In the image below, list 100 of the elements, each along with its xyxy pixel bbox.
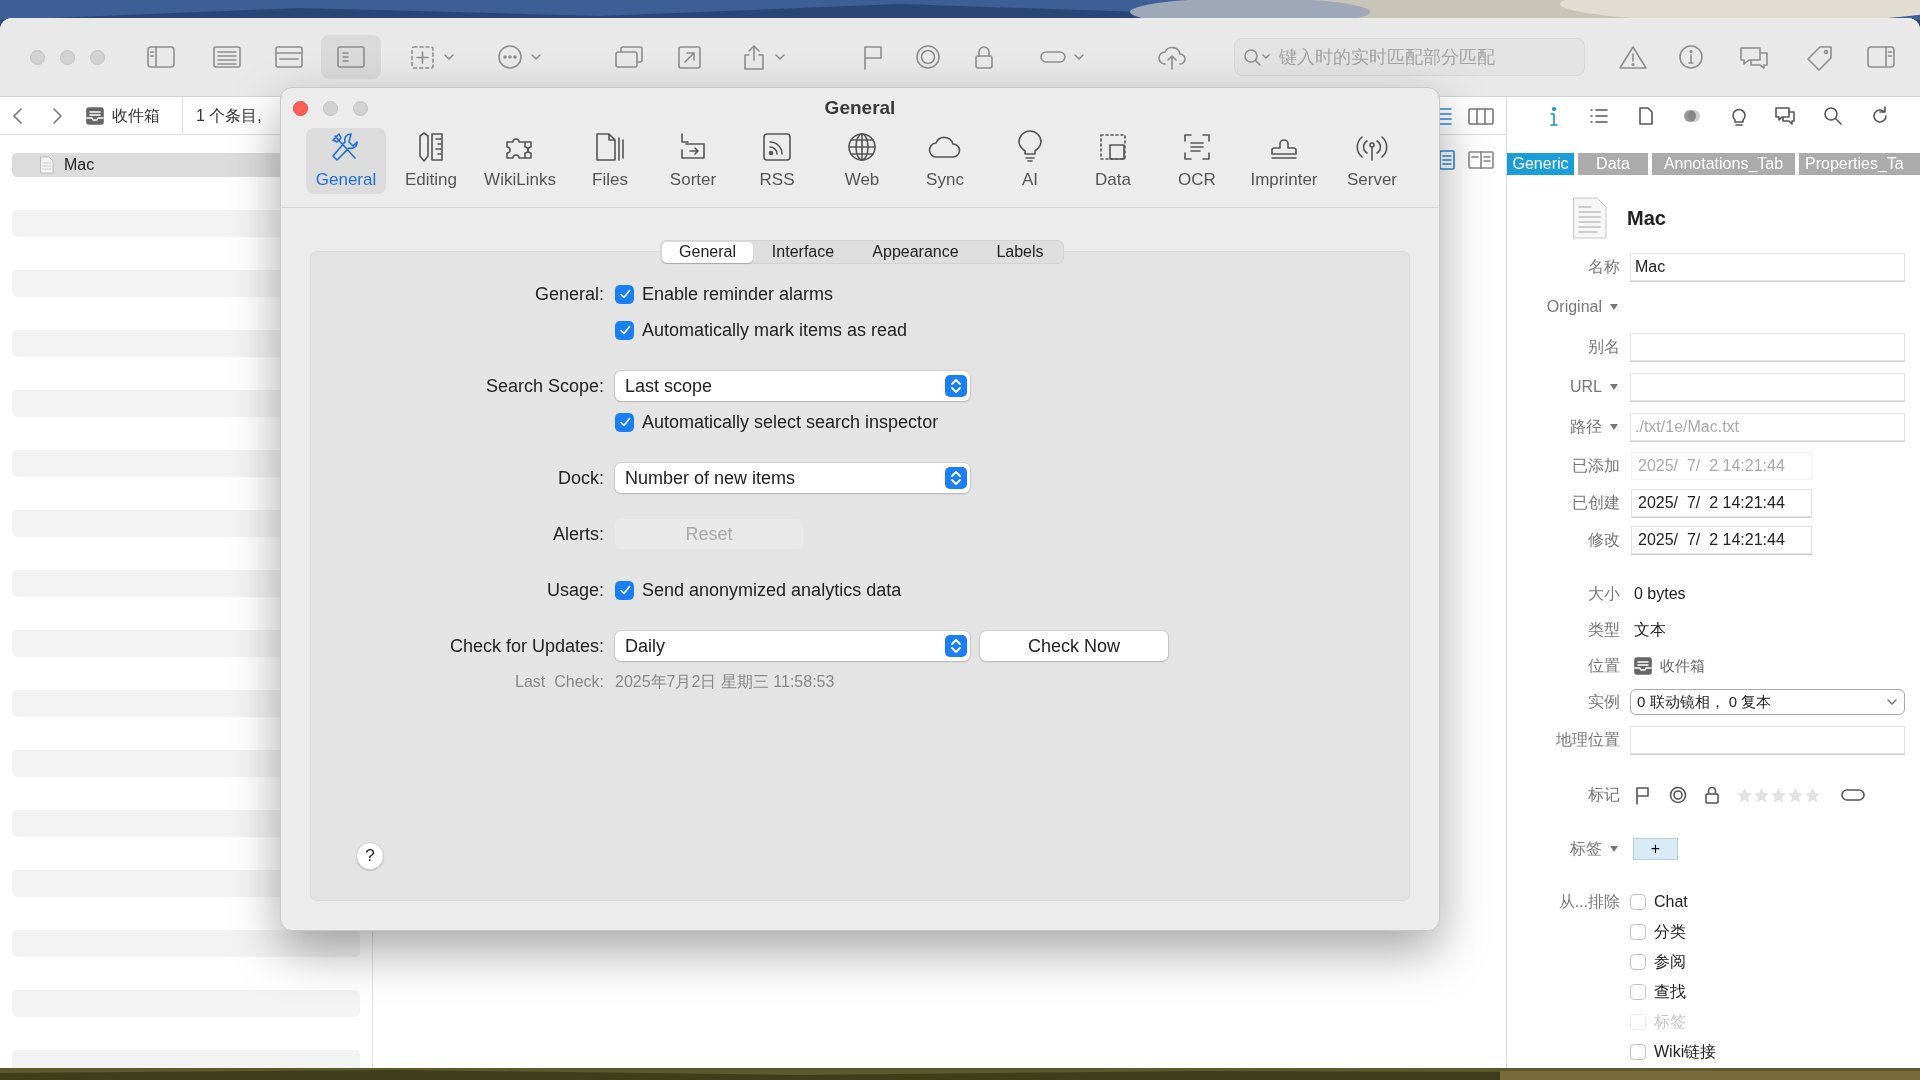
- field-value: 收件箱: [1660, 655, 1705, 676]
- checkbox[interactable]: [1630, 954, 1646, 970]
- preferences-tab[interactable]: AI: [990, 128, 1070, 194]
- close-button[interactable]: [293, 100, 308, 116]
- search-icon[interactable]: [1822, 105, 1844, 127]
- caret-icon: [1610, 424, 1618, 430]
- date-field[interactable]: 2025/ 7/ 2 14:21:44: [1631, 488, 1812, 517]
- zoom-button[interactable]: [90, 49, 105, 65]
- preferences-tab[interactable]: Server: [1332, 128, 1412, 194]
- reset-button: Reset: [615, 519, 803, 549]
- search-field[interactable]: 键入时的实时匹配部分匹配: [1234, 38, 1585, 76]
- option-label: Enable reminder alarms: [642, 282, 834, 306]
- checkmark-icon: [617, 287, 632, 301]
- preferences-tab[interactable]: General: [306, 128, 386, 194]
- checkbox[interactable]: [1630, 894, 1646, 910]
- checkbox[interactable]: [615, 284, 634, 304]
- document-title: Mac: [1627, 206, 1666, 231]
- field-label: 类型: [1588, 620, 1620, 640]
- check-now-button[interactable]: Check Now: [980, 631, 1168, 661]
- sidebar-icon: [145, 43, 177, 71]
- popup-button[interactable]: Daily: [615, 631, 970, 661]
- location-button[interactable]: 收件箱: [86, 100, 160, 131]
- rating-stars[interactable]: [1736, 786, 1821, 804]
- help-button[interactable]: ?: [356, 842, 384, 870]
- field-label: Dock:: [558, 466, 604, 490]
- chevron-icon: [1886, 696, 1898, 708]
- stepper-icon: [945, 467, 967, 489]
- text-field[interactable]: [1630, 726, 1905, 754]
- checkmark-icon: [617, 583, 632, 597]
- menu-label[interactable]: 标签: [1570, 837, 1620, 861]
- checkbox[interactable]: [615, 412, 634, 432]
- segment-tab[interactable]: Appearance: [853, 241, 978, 263]
- document-icon: [1573, 197, 1607, 239]
- inbox-icon: [86, 106, 104, 125]
- option-label: 参阅: [1654, 952, 1686, 972]
- checkmark-icon: [617, 323, 632, 337]
- back-icon[interactable]: [11, 105, 25, 126]
- caret-icon: [1610, 304, 1618, 310]
- stepper-icon: [945, 635, 967, 657]
- preferences-tab[interactable]: Sorter: [653, 128, 733, 194]
- sidebar-icon: [1865, 43, 1897, 71]
- date-field[interactable]: 2025/ 7/ 2 14:21:44: [1631, 525, 1812, 554]
- text-field[interactable]: [1630, 373, 1905, 401]
- chevron-icon: [530, 51, 542, 63]
- forward-icon[interactable]: [50, 105, 64, 126]
- pill-icon[interactable]: [1841, 788, 1865, 802]
- preferences-tab[interactable]: Imprinter: [1244, 128, 1324, 194]
- field-label: Alerts:: [553, 522, 604, 546]
- preferences-tab[interactable]: Web: [822, 128, 902, 194]
- checkbox[interactable]: [1630, 1044, 1646, 1060]
- warning-icon: [1617, 43, 1649, 71]
- item-count: 1 个条目,: [196, 105, 262, 126]
- minimize-button[interactable]: [60, 49, 75, 65]
- preferences-tab[interactable]: Editing: [391, 128, 471, 194]
- field-label: 从...排除: [1558, 892, 1620, 912]
- popup-button[interactable]: Number of new items: [615, 463, 970, 493]
- flag-icon[interactable]: [1634, 785, 1650, 805]
- panel-button[interactable]: [321, 35, 381, 79]
- field-label: 位置: [1588, 656, 1620, 676]
- checkbox[interactable]: [615, 580, 634, 600]
- menu-label[interactable]: URL: [1570, 375, 1620, 399]
- instances-select[interactable]: 0 联动镜相， 0 复本: [1630, 689, 1905, 715]
- text-field[interactable]: [1630, 333, 1905, 361]
- star-icon: [1753, 786, 1770, 804]
- option-label: Send anonymized analytics data: [642, 578, 902, 602]
- two-pane-icon[interactable]: [1468, 149, 1494, 171]
- chat-icon[interactable]: [1774, 105, 1796, 127]
- close-button[interactable]: [30, 49, 45, 65]
- segment-tab[interactable]: Interface: [753, 241, 853, 263]
- checkbox[interactable]: [1630, 984, 1646, 1000]
- star-icon: [1770, 786, 1787, 804]
- option-label: 查找: [1654, 982, 1686, 1002]
- menu-label[interactable]: Original: [1546, 295, 1620, 319]
- window-title: General: [823, 95, 897, 120]
- chevron-icon: [443, 51, 455, 63]
- field-label: General:: [534, 282, 604, 306]
- target-icon[interactable]: [1668, 785, 1688, 805]
- add-tag-button[interactable]: +: [1633, 838, 1678, 860]
- field-value: 0 bytes: [1634, 584, 1686, 604]
- text-field[interactable]: Mac: [1630, 253, 1905, 281]
- star-icon: [1804, 786, 1821, 804]
- field-label: Usage:: [546, 578, 604, 602]
- checkbox[interactable]: [615, 320, 634, 340]
- segment-tab[interactable]: Labels: [978, 241, 1062, 263]
- option-label: Wiki链接: [1654, 1042, 1717, 1062]
- segment-tab[interactable]: General: [662, 241, 753, 263]
- preferences-tab[interactable]: RSS: [737, 128, 817, 194]
- zoom-button[interactable]: [353, 100, 368, 116]
- preferences-tab[interactable]: Files: [570, 128, 650, 194]
- preferences-tab[interactable]: Sync: [905, 128, 985, 194]
- popup-button[interactable]: Last scope: [615, 371, 970, 401]
- minimize-button[interactable]: [323, 100, 338, 116]
- lock-icon[interactable]: [1704, 785, 1720, 805]
- preferences-tab[interactable]: WikiLinks: [480, 128, 560, 194]
- field-label: 地理位置: [1556, 730, 1620, 750]
- preferences-tab[interactable]: OCR: [1157, 128, 1237, 194]
- preferences-tab[interactable]: Data: [1073, 128, 1153, 194]
- checkbox[interactable]: [1630, 924, 1646, 940]
- field-label: 实例: [1588, 692, 1620, 712]
- menu-label[interactable]: 路径: [1570, 415, 1620, 439]
